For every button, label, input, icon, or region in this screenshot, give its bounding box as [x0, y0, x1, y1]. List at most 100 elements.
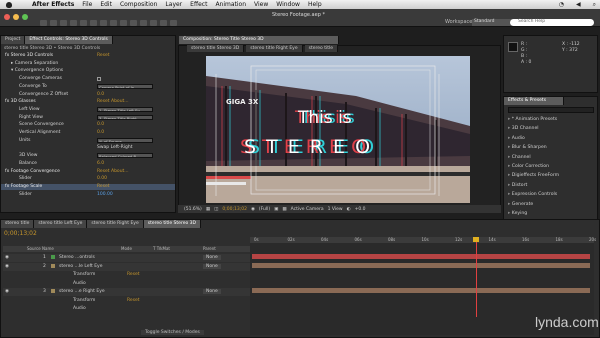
layer-name[interactable]: stereo ...le Left Eye: [59, 264, 103, 269]
menu-help[interactable]: Help: [308, 1, 322, 8]
property-reset[interactable]: Reset: [127, 272, 140, 277]
tab-project[interactable]: Project: [1, 36, 26, 44]
eye-icon[interactable]: ◉: [5, 255, 9, 260]
layer-name[interactable]: stereo ...e Right Eye: [59, 289, 105, 294]
effects-category[interactable]: Expression Controls: [508, 192, 557, 197]
clone-tool-icon[interactable]: [140, 20, 147, 26]
composition-frame[interactable]: GIGA 3X This is S T E R E O: [206, 56, 470, 203]
menu-view[interactable]: View: [254, 1, 268, 8]
tab-left-eye[interactable]: stereo title Left Eye: [34, 220, 88, 228]
effect-row-dropdown[interactable]: Balanced Colored R...: [97, 153, 153, 159]
effect-row-reset[interactable]: Reset About...: [97, 99, 129, 104]
zoom-window-icon[interactable]: [22, 14, 28, 20]
eye-icon[interactable]: ◉: [5, 289, 9, 294]
menu-app-name[interactable]: After Effects: [32, 1, 74, 8]
effect-row-reset[interactable]: Reset: [97, 184, 110, 189]
comp-subtab-right-eye[interactable]: stereo title Right Eye: [246, 45, 303, 52]
effects-category[interactable]: Digieffects FreeForm: [508, 173, 559, 178]
effect-row[interactable]: Converge Cameras: [1, 76, 175, 82]
table-row[interactable]: ◉ 1 Stereo ...ontrols None: [3, 254, 251, 262]
layer-name[interactable]: Stereo ...ontrols: [59, 255, 95, 260]
tab-composition[interactable]: Composition: Stereo Title Stereo 3D: [179, 36, 339, 44]
effect-row[interactable]: fx Footage Scale Reset: [1, 183, 175, 190]
col-trkmat[interactable]: T TrkMat: [153, 246, 170, 251]
effect-row-dropdown[interactable]: 2. Stereo Title Left Ey...: [97, 106, 153, 112]
apple-icon[interactable]: [6, 1, 12, 8]
effect-row[interactable]: Left View 2. Stereo Title Left Ey...: [1, 106, 175, 113]
timeline-timecode[interactable]: 0;00;13;02: [4, 230, 37, 237]
active-camera[interactable]: Active Camera: [291, 207, 324, 212]
effect-row[interactable]: Slider 0.00: [1, 176, 175, 182]
effect-row-reset[interactable]: Reset About...: [97, 169, 129, 174]
mask-tool-icon[interactable]: [100, 20, 107, 26]
eraser-tool-icon[interactable]: [150, 20, 157, 26]
effects-category[interactable]: Distort: [508, 183, 528, 188]
effect-row[interactable]: Balance 6.0: [1, 161, 175, 167]
property-name[interactable]: Audio: [73, 281, 86, 286]
pan-tool-icon[interactable]: [90, 20, 97, 26]
menu-layer[interactable]: Layer: [165, 1, 182, 8]
layer-parent[interactable]: None: [203, 263, 221, 269]
table-row[interactable]: ◉ 2 stereo ...le Left Eye None: [3, 262, 251, 271]
effect-row-value[interactable]: 0.0: [97, 130, 104, 135]
effect-row[interactable]: fx 3D Glasses Reset About...: [1, 99, 175, 105]
workspace-select[interactable]: Standard: [472, 19, 512, 26]
layer-track-bar[interactable]: [252, 254, 590, 259]
tab-stereo-title[interactable]: stereo title: [1, 220, 35, 228]
menu-window[interactable]: Window: [276, 1, 300, 8]
effect-row-dropdown[interactable]: % of Source: [97, 137, 153, 143]
table-row[interactable]: Audio: [3, 305, 251, 313]
effect-row-value[interactable]: 0.0: [97, 92, 104, 97]
wifi-icon[interactable]: ◔: [559, 1, 564, 9]
resolution[interactable]: (Full): [259, 207, 270, 212]
layer-parent[interactable]: None: [203, 255, 221, 260]
effects-category[interactable]: 3D Channel: [508, 126, 539, 131]
zoom-level[interactable]: (51.6%): [184, 207, 202, 212]
menu-animation[interactable]: Animation: [215, 1, 246, 8]
comp-subtab-stereo3d[interactable]: stereo title Stereo 3D: [187, 45, 245, 52]
zoom-tool-icon[interactable]: [60, 20, 67, 26]
effect-row-dropdown[interactable]: Camera Point of In...: [97, 83, 153, 89]
table-row[interactable]: ◉ 3 stereo ...e Right Eye None: [3, 288, 251, 296]
effects-category[interactable]: Generate: [508, 202, 533, 207]
effect-row[interactable]: fx Footage Convergence Reset About...: [1, 169, 175, 175]
property-reset[interactable]: Reset: [127, 298, 140, 303]
table-row[interactable]: Transform Reset: [3, 271, 251, 279]
transparency-icon[interactable]: ▩: [282, 207, 286, 212]
roto-tool-icon[interactable]: [160, 20, 167, 26]
pen-tool-icon[interactable]: [110, 20, 117, 26]
eye-icon[interactable]: ◉: [5, 264, 9, 269]
playhead-handle[interactable]: [473, 237, 479, 242]
toggle-switches-modes[interactable]: Toggle Switches / Modes: [141, 330, 204, 335]
effect-row-checkbox[interactable]: Swap Left-Right: [97, 145, 133, 150]
effect-row-value[interactable]: 6.0: [97, 161, 104, 166]
layer-track-bar[interactable]: [252, 288, 590, 293]
puppet-tool-icon[interactable]: [170, 20, 177, 26]
search-help-input[interactable]: Search Help: [510, 19, 594, 26]
close-window-icon[interactable]: [4, 14, 10, 20]
menu-composition[interactable]: Composition: [120, 1, 157, 8]
text-tool-icon[interactable]: [120, 20, 127, 26]
effect-row-value[interactable]: 0.00: [97, 176, 107, 181]
search-spotlight-icon[interactable]: ⌕: [593, 1, 596, 9]
effect-row[interactable]: Swap Left-Right: [1, 145, 175, 151]
effects-category[interactable]: * Animation Presets: [508, 117, 557, 122]
grid-icon[interactable]: ▦: [206, 207, 210, 212]
menu-effect[interactable]: Effect: [190, 1, 207, 8]
exposure-icon[interactable]: ◐: [347, 207, 351, 212]
menu-file[interactable]: File: [82, 1, 92, 8]
tab-right-eye[interactable]: stereo title Right Eye: [87, 220, 144, 228]
view-layout[interactable]: 1 View: [328, 207, 343, 212]
property-name[interactable]: Transform: [73, 298, 95, 303]
effect-row[interactable]: Vertical Alignment 0.0: [1, 130, 175, 136]
effect-row-value[interactable]: 100.00: [97, 192, 113, 197]
mask-icon[interactable]: ◫: [214, 207, 218, 212]
effect-row[interactable]: 3D View Balanced Colored R...: [1, 153, 175, 159]
exposure-value[interactable]: +0.0: [355, 207, 366, 212]
menu-edit[interactable]: Edit: [100, 1, 112, 8]
property-name[interactable]: Audio: [73, 306, 86, 311]
table-row[interactable]: Audio: [3, 280, 251, 288]
volume-icon[interactable]: ◀: [576, 1, 581, 9]
effect-row[interactable]: Converge To Camera Point of In...: [1, 83, 175, 90]
effect-row[interactable]: ▾ Convergence Options: [1, 68, 175, 74]
